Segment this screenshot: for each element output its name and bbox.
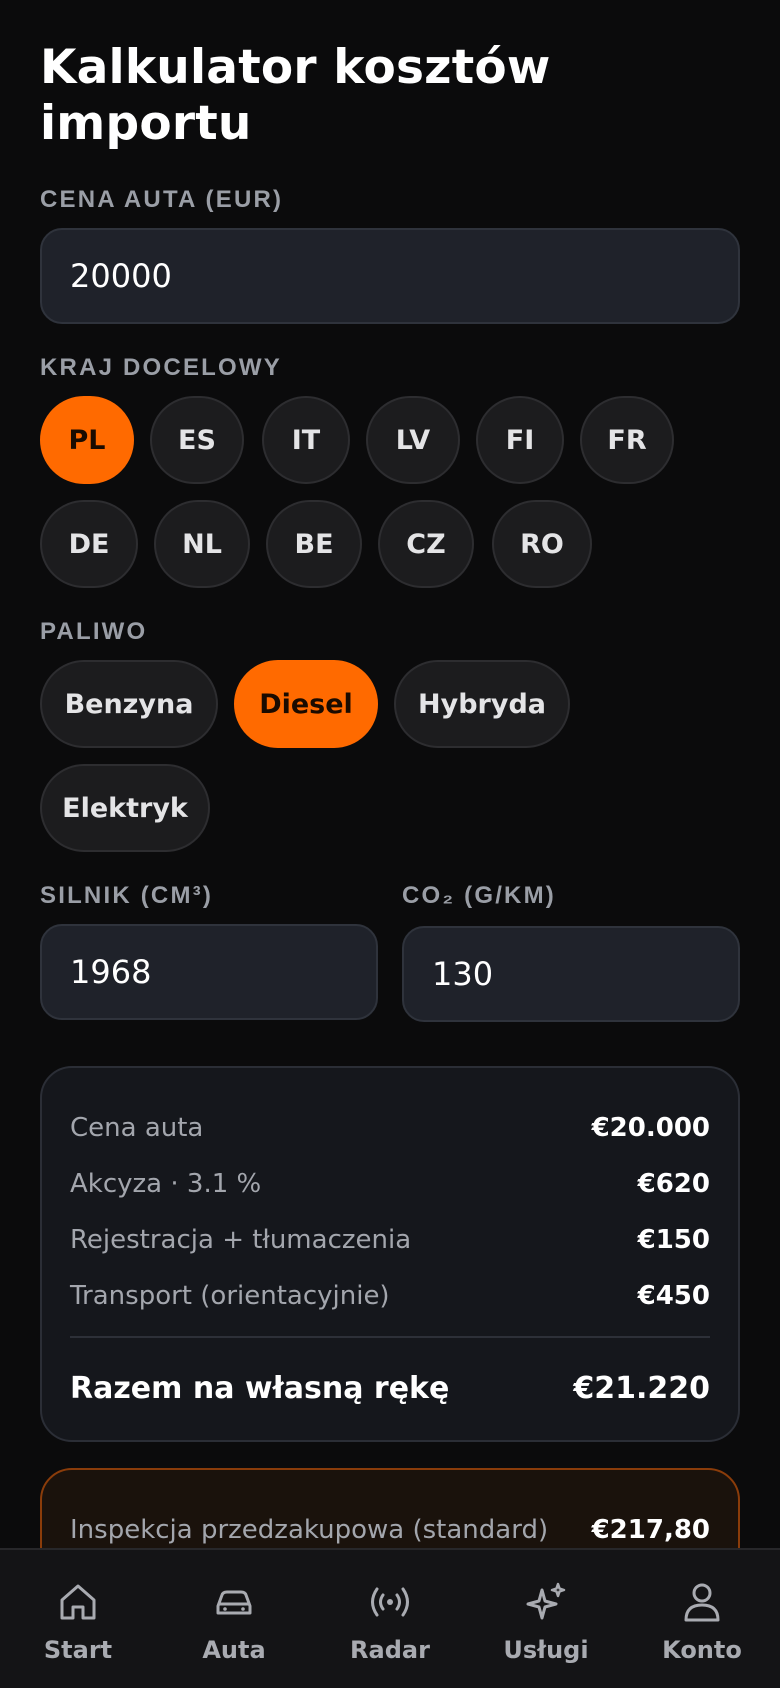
country-chip-be[interactable]: BE xyxy=(266,500,362,588)
engine-input[interactable]: 1968 xyxy=(40,924,378,1020)
country-chip-lv[interactable]: LV xyxy=(366,396,460,484)
country-chip-ro[interactable]: RO xyxy=(492,500,592,588)
service-row-label: Inspekcja przedzakupowa (standard) xyxy=(70,1515,549,1545)
nav-item-label: Usługi xyxy=(503,1636,589,1664)
fuel-chip-benzyna[interactable]: Benzyna xyxy=(40,660,218,748)
summary-row-transport: Transport (orientacyjnie) €450 xyxy=(70,1276,710,1316)
radar-icon xyxy=(371,1587,409,1617)
nav-item-label: Radar xyxy=(350,1636,430,1664)
nav-item-label: Konto xyxy=(662,1636,742,1664)
co2-input[interactable]: 130 xyxy=(402,926,740,1022)
nav-item-konto[interactable]: Konto xyxy=(624,1550,780,1688)
summary-total-row: Razem na własną rękę €21.220 xyxy=(70,1368,710,1408)
summary-row-value: €20.000 xyxy=(591,1113,710,1143)
summary-row-price: Cena auta €20.000 xyxy=(70,1108,710,1148)
cost-summary-card: Cena auta €20.000 Akcyza · 3.1 % €620 Re… xyxy=(40,1066,740,1442)
country-chip-pl[interactable]: PL xyxy=(40,396,134,484)
country-chip-fr[interactable]: FR xyxy=(580,396,674,484)
co2-label: CO₂ (G/KM) xyxy=(402,882,556,909)
page-title: Kalkulator kosztów importu xyxy=(40,40,551,151)
service-row-inspection: Inspekcja przedzakupowa (standard) €217,… xyxy=(70,1510,710,1550)
bottom-navigation: Start Auta Radar Usługi Konto xyxy=(0,1548,780,1688)
country-chip-de[interactable]: DE xyxy=(40,500,138,588)
country-chip-nl[interactable]: NL xyxy=(154,500,250,588)
summary-row-label: Transport (orientacyjnie) xyxy=(70,1281,390,1311)
service-row-value: €217,80 xyxy=(591,1515,710,1545)
summary-row-value: €620 xyxy=(637,1169,710,1199)
nav-item-radar[interactable]: Radar xyxy=(312,1550,468,1688)
summary-row-registration: Rejestracja + tłumaczenia €150 xyxy=(70,1220,710,1260)
summary-row-value: €150 xyxy=(637,1225,710,1255)
nav-item-auta[interactable]: Auta xyxy=(156,1550,312,1688)
country-chip-fi[interactable]: FI xyxy=(476,396,564,484)
fuel-chip-elektryk[interactable]: Elektryk xyxy=(40,764,210,852)
summary-total-label: Razem na własną rękę xyxy=(70,1370,450,1406)
price-input[interactable]: 20000 xyxy=(40,228,740,324)
home-icon xyxy=(60,1584,96,1620)
summary-row-label: Akcyza · 3.1 % xyxy=(70,1169,262,1199)
country-label: KRAJ DOCELOWY xyxy=(40,354,282,381)
nav-item-uslugi[interactable]: Usługi xyxy=(468,1550,624,1688)
user-icon xyxy=(684,1583,720,1622)
summary-divider xyxy=(70,1336,710,1338)
summary-row-label: Rejestracja + tłumaczenia xyxy=(70,1225,412,1255)
country-chip-it[interactable]: IT xyxy=(262,396,350,484)
nav-item-start[interactable]: Start xyxy=(0,1550,156,1688)
price-label: CENA AUTA (EUR) xyxy=(40,186,284,213)
summary-row-value: €450 xyxy=(637,1281,710,1311)
summary-row-label: Cena auta xyxy=(70,1113,204,1143)
nav-item-label: Auta xyxy=(202,1636,266,1664)
summary-row-excise: Akcyza · 3.1 % €620 xyxy=(70,1164,710,1204)
engine-label: SILNIK (CM³) xyxy=(40,882,214,909)
summary-total-value: €21.220 xyxy=(573,1370,710,1406)
import-cost-calculator-screen: Kalkulator kosztów importu CENA AUTA (EU… xyxy=(0,0,780,1688)
country-chip-cz[interactable]: CZ xyxy=(378,500,474,588)
country-chip-es[interactable]: ES xyxy=(150,396,244,484)
car-icon xyxy=(216,1590,252,1615)
nav-item-label: Start xyxy=(43,1636,113,1664)
fuel-chip-hybryda[interactable]: Hybryda xyxy=(394,660,570,748)
fuel-label: PALIWO xyxy=(40,618,148,645)
fuel-chip-diesel[interactable]: Diesel xyxy=(234,660,378,748)
sparkles-icon xyxy=(526,1582,566,1620)
